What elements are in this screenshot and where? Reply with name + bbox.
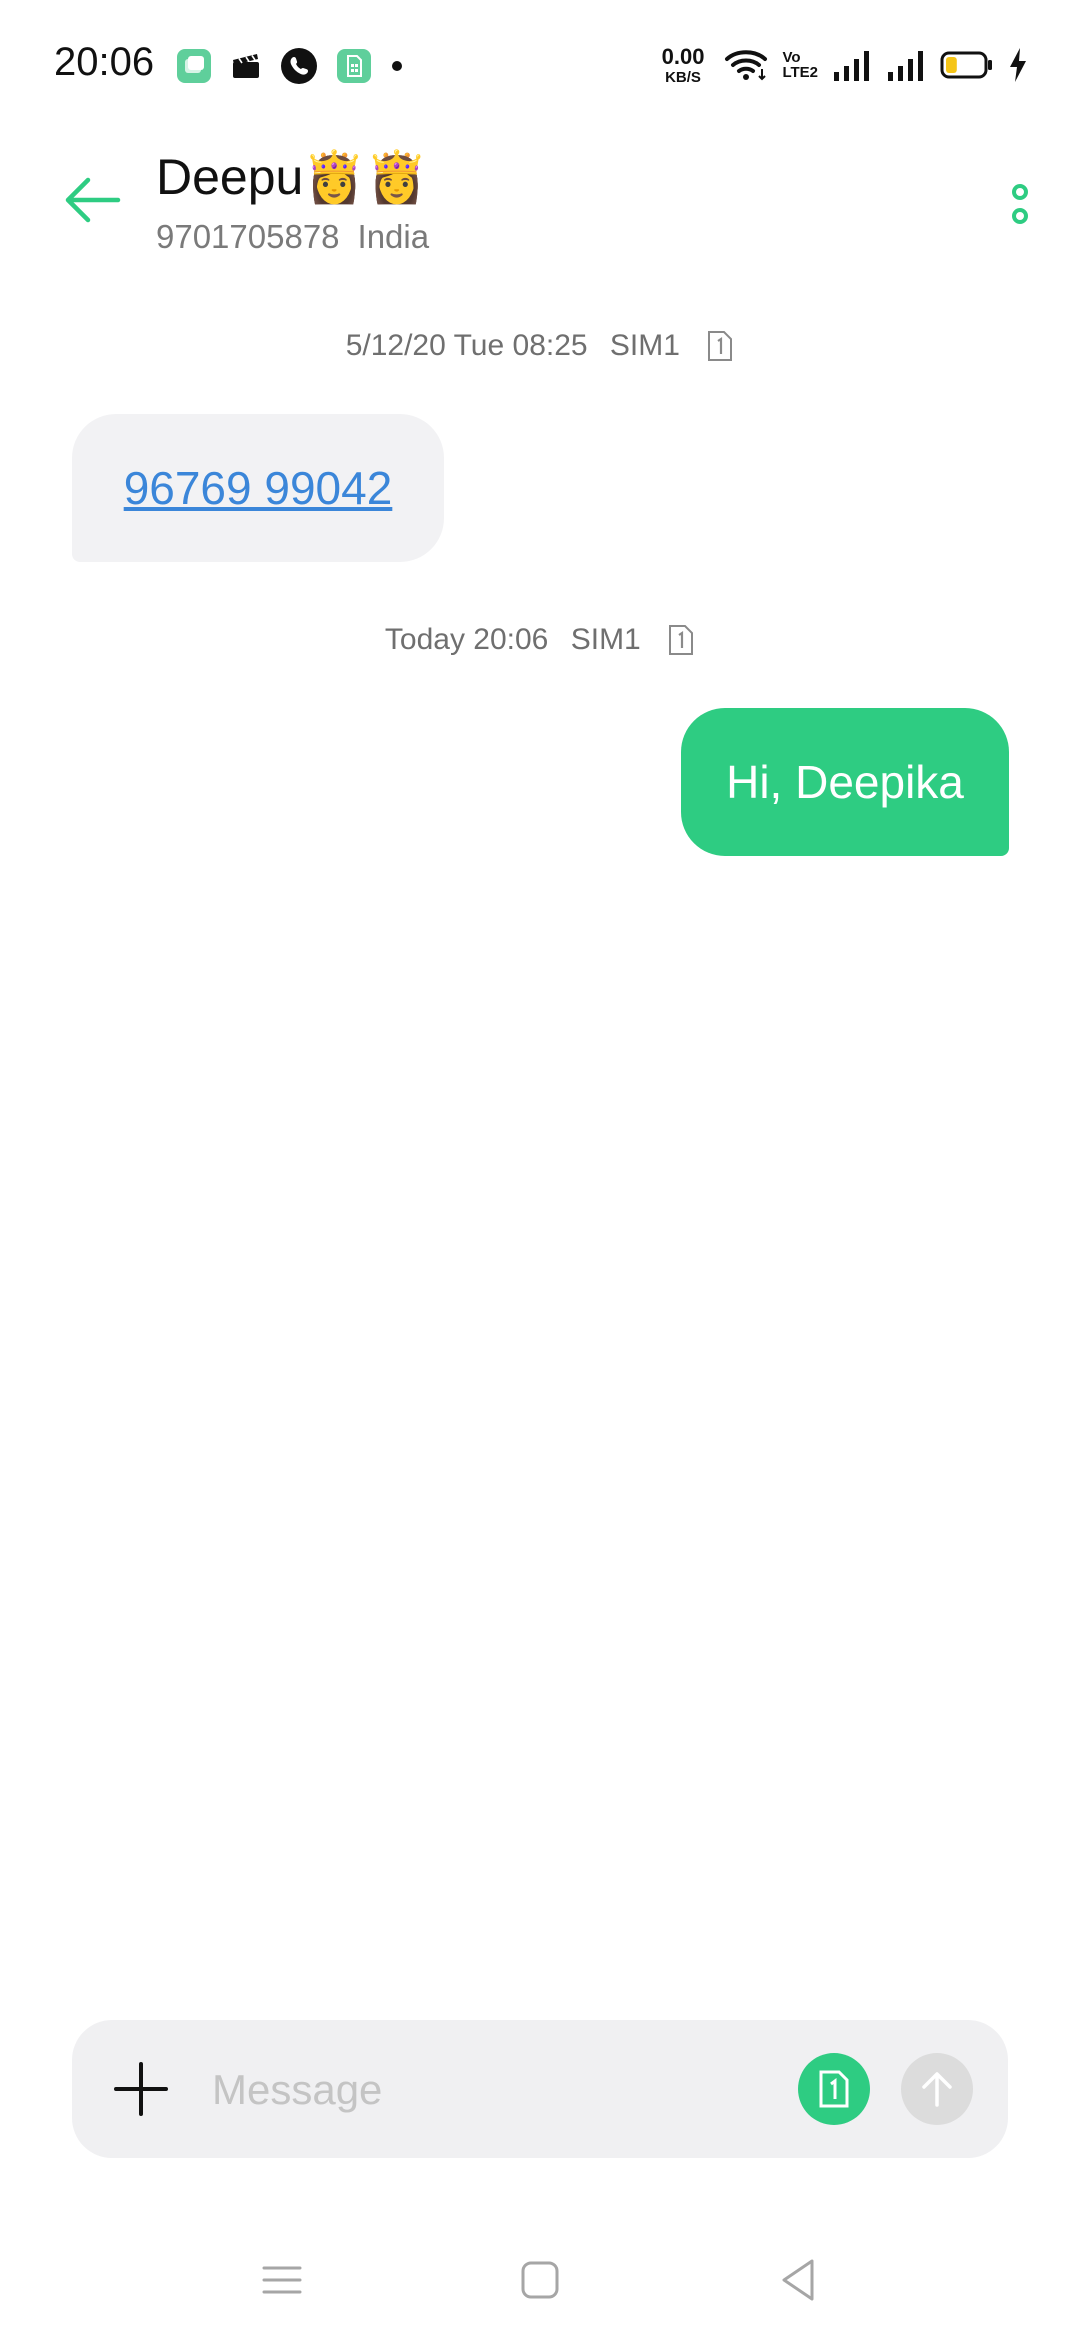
app-icon bbox=[177, 49, 211, 83]
timestamp-text: 5/12/20 Tue 08:25 bbox=[345, 329, 588, 363]
volte-top: Vo bbox=[782, 49, 801, 66]
timestamp-sim: SIM1 bbox=[609, 329, 680, 363]
send-arrow-icon bbox=[922, 2072, 952, 2107]
contact-phone-number: 9701705878 bbox=[156, 218, 340, 255]
message-phone-link[interactable]: 96769 99042 bbox=[124, 461, 393, 515]
nav-menu-button[interactable] bbox=[252, 2250, 312, 2310]
incoming-message-bubble[interactable]: 96769 99042 bbox=[72, 414, 444, 562]
sim-app-icon bbox=[337, 49, 371, 83]
menu-icon bbox=[262, 2266, 302, 2294]
timestamp-sim: SIM1 bbox=[570, 623, 641, 657]
sim-select-button[interactable] bbox=[798, 2053, 870, 2125]
message-input[interactable] bbox=[210, 2054, 854, 2126]
navigation-bar bbox=[0, 2220, 1080, 2340]
message-composer bbox=[72, 2020, 1008, 2158]
home-icon bbox=[521, 2261, 559, 2299]
volte-indicator: Vo LTE2 bbox=[782, 50, 818, 80]
network-speed-unit: KB/S bbox=[665, 68, 701, 86]
nav-home-button[interactable] bbox=[510, 2250, 570, 2310]
contact-name[interactable]: Deepu👸👸 bbox=[156, 148, 428, 207]
network-speed: 0.00 KB/S bbox=[661, 43, 705, 86]
timestamp-text: Today 20:06 bbox=[384, 623, 549, 657]
back-triangle-icon bbox=[782, 2259, 814, 2301]
attach-button[interactable] bbox=[114, 2062, 168, 2116]
signal-sim1-icon bbox=[834, 51, 869, 81]
more-options-icon bbox=[1012, 184, 1028, 224]
battery-icon bbox=[940, 51, 992, 79]
notification-icons bbox=[176, 46, 404, 86]
status-time: 20:06 bbox=[54, 40, 155, 84]
volte-bottom: LTE2 bbox=[782, 64, 818, 81]
more-options-button[interactable] bbox=[1000, 174, 1040, 234]
conversation-header: Deepu👸👸 9701705878 India bbox=[0, 140, 1080, 270]
charging-icon bbox=[1010, 48, 1026, 82]
sim-card-icon bbox=[708, 331, 733, 362]
sim-card-1-icon bbox=[819, 2070, 849, 2108]
contact-details: 9701705878 India bbox=[156, 218, 429, 256]
signal-sim2-icon bbox=[888, 51, 923, 81]
outgoing-message-bubble[interactable]: Hi, Deepika bbox=[681, 708, 1009, 856]
nav-back-button[interactable] bbox=[768, 2250, 828, 2310]
contact-country: India bbox=[357, 218, 430, 255]
message-timestamp: Today 20:06 SIM1 bbox=[0, 622, 1080, 657]
message-timestamp: 5/12/20 Tue 08:25 SIM1 bbox=[0, 328, 1080, 363]
system-status-icons: 0.00 KB/S Vo LTE2 bbox=[662, 40, 1028, 90]
clapper-icon bbox=[233, 54, 259, 78]
phone-call-icon bbox=[281, 48, 317, 84]
status-bar: 20:06 0.00 KB/S Vo LTE2 bbox=[0, 0, 1080, 130]
network-speed-value: 0.00 bbox=[661, 43, 705, 69]
wifi-icon bbox=[725, 50, 768, 81]
notification-dot-icon bbox=[392, 61, 402, 71]
send-button[interactable] bbox=[901, 2053, 973, 2125]
sim-card-icon bbox=[669, 625, 694, 656]
sms-conversation-screen: 20:06 0.00 KB/S Vo LTE2 Deepu👸👸 97017058… bbox=[0, 0, 1080, 2340]
plus-icon bbox=[114, 2062, 168, 2116]
back-button[interactable] bbox=[60, 170, 124, 230]
back-arrow-icon bbox=[65, 177, 121, 223]
